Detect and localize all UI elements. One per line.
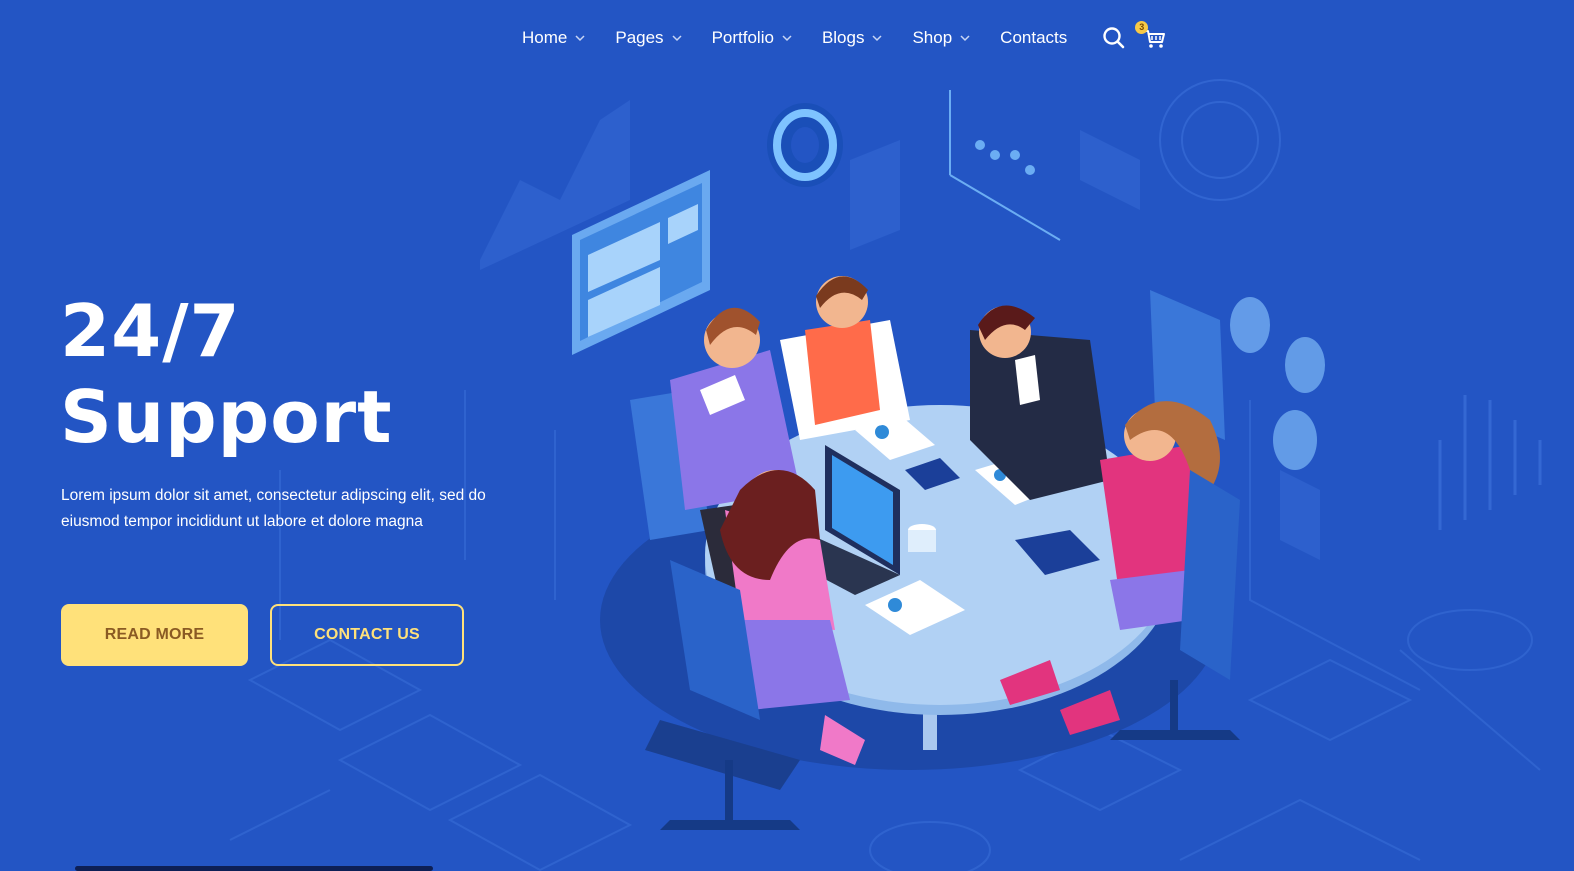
search-icon[interactable] xyxy=(1101,25,1127,51)
chevron-down-icon xyxy=(960,35,970,42)
nav-item-contacts[interactable]: Contacts xyxy=(1000,28,1067,48)
chevron-down-icon xyxy=(872,35,882,42)
cart-icon[interactable]: 3 xyxy=(1135,21,1167,51)
hero-title-line1: 24/7 xyxy=(60,289,241,373)
nav-item-pages[interactable]: Pages xyxy=(615,28,682,48)
bottom-bar xyxy=(75,866,433,871)
donut-chart-graphic xyxy=(767,103,843,187)
contact-us-button[interactable]: CONTACT US xyxy=(270,604,464,666)
nav-item-blogs[interactable]: Blogs xyxy=(822,28,883,48)
nav-label: Contacts xyxy=(1000,28,1068,47)
chevron-down-icon xyxy=(782,35,792,42)
nav-item-portfolio[interactable]: Portfolio xyxy=(712,28,792,48)
scatter-chart-graphic xyxy=(949,90,1061,241)
person-man-orange-graphic xyxy=(780,276,910,440)
nav-item-home[interactable]: Home xyxy=(522,28,585,48)
pie-charts-graphic xyxy=(1230,297,1325,470)
hero-description: Lorem ipsum dolor sit amet, consectetur … xyxy=(61,487,486,530)
nav-label: Home xyxy=(522,28,568,47)
hero-title: 24/7 Support xyxy=(60,288,393,460)
team-meeting-illustration xyxy=(572,90,1325,830)
chevron-down-icon xyxy=(575,35,585,42)
nav-label: Blogs xyxy=(821,28,865,47)
read-more-button[interactable]: READ MORE xyxy=(61,604,248,666)
nav-label: Shop xyxy=(912,28,953,47)
main-nav: Home Pages Portfolio Blogs Shop Contacts… xyxy=(522,21,1181,54)
hero-title-line2: Support xyxy=(60,375,393,459)
nav-label: Pages xyxy=(615,28,664,47)
nav-item-shop[interactable]: Shop xyxy=(912,28,970,48)
chevron-down-icon xyxy=(672,35,682,42)
dashboard-panel-graphic xyxy=(572,170,710,355)
nav-label: Portfolio xyxy=(711,28,774,47)
